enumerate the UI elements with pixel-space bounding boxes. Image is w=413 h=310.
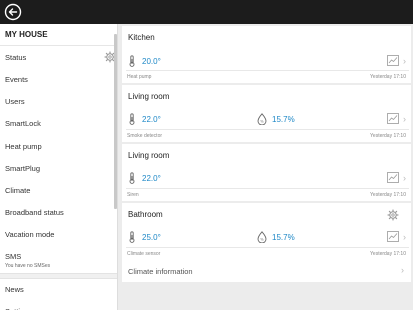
card-divider [126,188,409,189]
sidebar-item-events[interactable]: Events [0,69,117,91]
chevron-right-icon: › [403,114,406,124]
top-bar [0,0,413,24]
sidebar-scrollbar[interactable] [114,34,117,209]
sidebar-item-vacation-mode[interactable]: Vacation mode [0,224,117,246]
sidebar-item-status[interactable]: Status [0,46,117,69]
card-title: Living room [128,151,170,160]
card-title: Bathroom [128,210,163,219]
sidebar-item-news[interactable]: News [0,279,117,301]
sidebar-item-sms[interactable]: SMS You have no SMSes [0,247,117,273]
card-divider [126,247,409,248]
timestamp: Yesterday 17:10 [370,133,406,139]
humidity-icon: % [257,231,267,243]
room-card-living-room-siren[interactable]: Living room 22.0° › Siren Yesterday 17:1… [122,144,411,201]
temperature-value: 20.0° [142,57,161,66]
sms-subtext: You have no SMSes [5,262,51,269]
chevron-right-icon: › [403,173,406,183]
card-title: Living room [128,92,170,101]
graph-icon[interactable] [387,231,399,242]
humidity-value: 15.7% [272,233,295,242]
card-divider [126,70,409,71]
sidebar-item-users[interactable]: Users [0,91,117,113]
timestamp: Yesterday 17:10 [370,251,406,257]
chevron-right-icon: › [401,265,404,275]
device-name: Heat pump [127,74,152,80]
device-name: Siren [127,192,139,198]
chevron-right-icon: › [403,56,406,66]
sidebar-title: MY HOUSE [0,24,117,46]
sidebar-item-heat-pump[interactable]: Heat pump [0,136,117,158]
room-card-kitchen[interactable]: Kitchen 20.0° › Heat pump Yesterday 17:1… [122,26,411,83]
humidity-value: 15.7% [272,115,295,124]
device-name: Climate sensor [127,251,161,257]
climate-information-label: Climate information [128,267,193,276]
thermometer-icon [129,113,135,125]
main-content: Kitchen 20.0° › Heat pump Yesterday 17:1… [122,24,413,310]
card-title: Kitchen [128,33,155,42]
gear-icon[interactable] [387,209,399,221]
temperature-value: 22.0° [142,115,161,124]
sidebar-item-settings[interactable]: Settings [0,301,117,310]
humidity-icon: % [257,113,267,125]
sidebar-item-climate[interactable]: Climate [0,180,117,202]
temperature-value: 22.0° [142,174,161,183]
climate-information-row[interactable]: Climate information › [122,260,411,282]
timestamp: Yesterday 17:10 [370,192,406,198]
chevron-right-icon: › [403,232,406,242]
sidebar: MY HOUSE Status Events Users SmartLock H… [0,24,118,310]
card-divider [126,129,409,130]
sidebar-item-broadband-status[interactable]: Broadband status [0,202,117,224]
room-card-living-room-smoke[interactable]: Living room 22.0° % 15.7% › Smoke detect… [122,85,411,142]
sidebar-item-smartplug[interactable]: SmartPlug [0,158,117,180]
thermometer-icon [129,55,135,67]
thermometer-icon [129,231,135,243]
svg-text:%: % [260,238,264,242]
graph-icon[interactable] [387,55,399,66]
sidebar-item-label: Status [5,53,27,62]
sms-label: SMS [5,251,22,261]
temperature-value: 25.0° [142,233,161,242]
sidebar-item-smartlock[interactable]: SmartLock [0,113,117,135]
room-card-bathroom[interactable]: Bathroom 25.0° % 15.7% › Climate sensor … [122,203,411,260]
graph-icon[interactable] [387,172,399,183]
svg-text:%: % [260,120,264,124]
timestamp: Yesterday 17:10 [370,74,406,80]
device-name: Smoke detector [127,133,163,139]
graph-icon[interactable] [387,113,399,124]
thermometer-icon [129,172,135,184]
back-arrow-icon[interactable] [4,3,22,21]
